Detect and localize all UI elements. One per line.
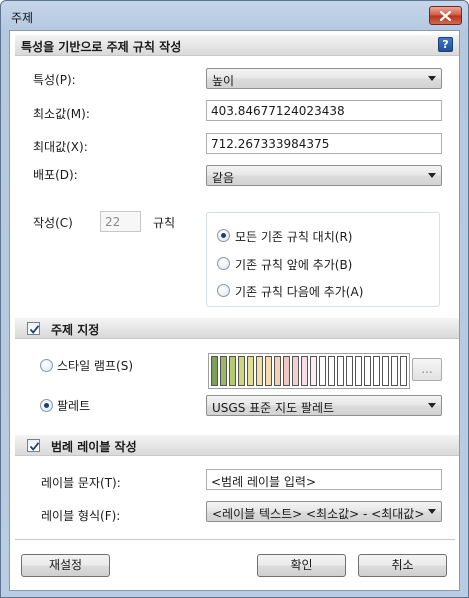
radio-add-after[interactable] — [217, 284, 230, 297]
distribution-label: 배포(D): — [33, 168, 78, 182]
check-icon — [29, 325, 40, 334]
radio-replace-rules[interactable] — [217, 229, 230, 242]
max-label: 최대값(X): — [33, 140, 88, 154]
label-format-label: 레이블 형식(F): — [41, 509, 121, 523]
ramp-swatch — [247, 356, 254, 386]
style-ramp-label: 스타일 램프(S) — [57, 359, 133, 373]
property-label: 특성(P): — [33, 73, 76, 87]
distribution-dropdown[interactable]: 같음 — [206, 165, 442, 186]
ramp-swatch — [373, 356, 380, 386]
section-header-theme: 주제 지정 — [15, 318, 459, 339]
radio-replace-rules-label: 모든 기존 규칙 대치(R) — [235, 230, 353, 244]
ramp-swatch — [310, 356, 317, 386]
ramp-swatch — [364, 356, 371, 386]
cancel-button[interactable]: 취소 — [358, 554, 447, 577]
footer-separator — [15, 539, 455, 540]
check-icon — [29, 442, 40, 451]
help-icon[interactable]: ? — [438, 37, 453, 52]
theme-dialog: 주제 특성을 기반으로 주제 규칙 작성 ? 특성(P): 높이 최소값(M):… — [0, 0, 469, 598]
ramp-swatch — [391, 356, 398, 386]
close-icon — [440, 10, 451, 21]
distribution-dropdown-value: 같음 — [212, 171, 235, 185]
ramp-swatch — [229, 356, 236, 386]
section-title-legend: 범례 레이블 작성 — [51, 440, 137, 454]
ramp-swatch — [283, 356, 290, 386]
theme-checkbox[interactable] — [27, 322, 40, 335]
ramp-swatch — [328, 356, 335, 386]
label-text-field[interactable]: <범례 레이블 입력> — [206, 469, 442, 490]
section-title-theme: 주제 지정 — [51, 323, 100, 337]
label-format-dropdown[interactable]: <레이블 텍스트> <최소값> - <최대값> — [206, 501, 442, 522]
ramp-swatch — [337, 356, 344, 386]
ramp-swatch — [319, 356, 326, 386]
ramp-swatch — [220, 356, 227, 386]
ramp-swatch — [256, 356, 263, 386]
ramp-swatch — [382, 356, 389, 386]
window-title: 주제 — [11, 11, 34, 25]
rule-mode-group: 모든 기존 규칙 대치(R) 기존 규칙 앞에 추가(B) 기존 규칙 다음에 … — [206, 212, 440, 307]
ramp-swatch — [400, 356, 407, 386]
ramp-swatch — [211, 356, 218, 386]
property-dropdown-value: 높이 — [212, 74, 235, 88]
ramp-swatch — [238, 356, 245, 386]
close-button[interactable] — [429, 6, 462, 25]
label-text-label: 레이블 문자(T): — [41, 476, 121, 490]
property-dropdown[interactable]: 높이 — [206, 68, 442, 89]
rules-label: 규칙 — [153, 216, 176, 230]
chevron-down-icon — [428, 403, 436, 408]
title-bar: 주제 — [1, 1, 468, 31]
ramp-swatch — [292, 356, 299, 386]
ramp-swatch — [274, 356, 281, 386]
min-value-field[interactable]: 403.84677124023438 — [206, 100, 442, 121]
chevron-down-icon — [428, 509, 436, 514]
ramp-swatch — [355, 356, 362, 386]
rule-count-field[interactable]: 22 — [100, 211, 141, 232]
radio-add-before-label: 기존 규칙 앞에 추가(B) — [235, 258, 353, 272]
ok-button[interactable]: 확인 — [257, 554, 346, 577]
radio-add-after-label: 기존 규칙 다음에 추가(A) — [235, 285, 364, 299]
ramp-swatch — [346, 356, 353, 386]
chevron-down-icon — [428, 76, 436, 81]
min-label: 최소값(M): — [33, 107, 90, 121]
palette-label: 팔레트 — [57, 399, 91, 413]
max-value-field[interactable]: 712.267333984375 — [206, 133, 442, 154]
radio-palette[interactable] — [40, 399, 53, 412]
label-format-dropdown-value: <레이블 텍스트> <최소값> - <최대값> — [212, 507, 425, 521]
chevron-down-icon — [428, 173, 436, 178]
dialog-content: 특성을 기반으로 주제 규칙 작성 ? 특성(P): 높이 최소값(M): 40… — [9, 30, 460, 591]
section-title-create-rules: 특성을 기반으로 주제 규칙 작성 — [21, 40, 182, 54]
ramp-more-button[interactable]: ... — [412, 358, 442, 381]
palette-dropdown[interactable]: USGS 표준 지도 팔레트 — [206, 395, 442, 416]
ramp-swatch — [301, 356, 308, 386]
radio-add-before[interactable] — [217, 257, 230, 270]
palette-dropdown-value: USGS 표준 지도 팔레트 — [212, 401, 335, 415]
section-header-legend: 범례 레이블 작성 — [15, 435, 459, 456]
legend-checkbox[interactable] — [27, 439, 40, 452]
create-label: 작성(C) — [33, 216, 73, 230]
color-ramp[interactable] — [208, 353, 410, 389]
ramp-swatch — [265, 356, 272, 386]
reset-button[interactable]: 재설정 — [21, 554, 110, 577]
radio-style-ramp[interactable] — [40, 359, 53, 372]
section-header-create-rules: 특성을 기반으로 주제 규칙 작성 ? — [15, 35, 459, 56]
